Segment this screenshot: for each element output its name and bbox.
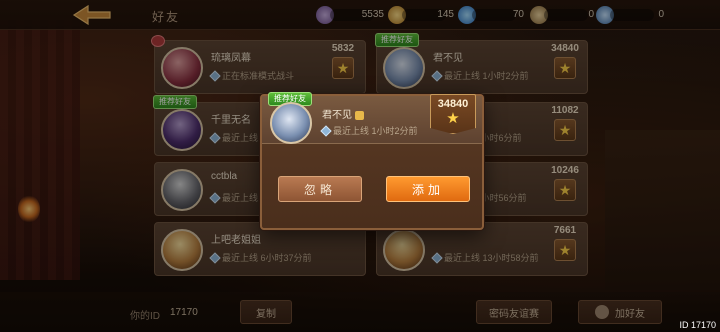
rank-diamond-icon [320, 124, 332, 137]
ignore-button[interactable]: 忽略 [278, 176, 362, 202]
popup-header: 推荐好友 君不见 最近上线 1小时2分前 34840 ★ [262, 92, 482, 144]
popup-score-badge: 34840 ★ [430, 94, 476, 134]
crown-icon [355, 110, 364, 120]
popup-friend-status: 最近上线 1小时2分前 [320, 124, 418, 137]
avatar [270, 102, 312, 144]
friend-request-popup: 推荐好友 君不见 最近上线 1小时2分前 34840 ★ 忽略 添加 [260, 92, 484, 230]
star-icon: ★ [446, 110, 460, 127]
corner-id-label: ID 17170 [679, 320, 716, 330]
add-button[interactable]: 添加 [386, 176, 470, 202]
popup-friend-name: 君不见 [322, 106, 364, 121]
